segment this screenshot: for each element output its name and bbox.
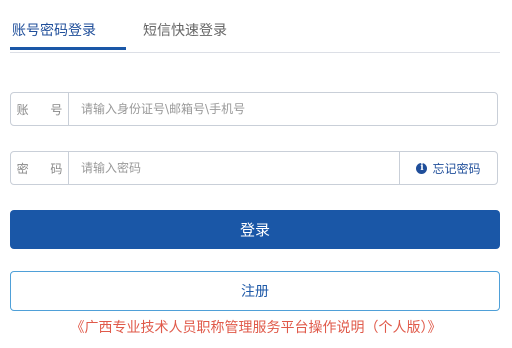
- info-icon: i: [416, 162, 428, 174]
- operation-manual-link[interactable]: 《广西专业技术人员职称管理服务平台操作说明（个人版）》: [0, 317, 512, 337]
- login-tabs: 账号密码登录 短信快速登录: [10, 0, 500, 53]
- register-button-label: 注册: [241, 284, 269, 300]
- login-button[interactable]: 登录: [10, 210, 500, 249]
- account-input[interactable]: [69, 93, 497, 125]
- tab-sms-quick-login[interactable]: 短信快速登录: [143, 20, 227, 42]
- password-field: 密 码 i 忘记密码: [10, 151, 498, 185]
- password-label: 密 码: [11, 152, 69, 184]
- forgot-password-label: 忘记密码: [432, 161, 481, 176]
- register-button[interactable]: 注册: [10, 271, 500, 311]
- password-input[interactable]: [69, 152, 399, 184]
- account-field: 账 号: [10, 92, 498, 126]
- account-label: 账 号: [11, 93, 69, 125]
- login-button-label: 登录: [239, 221, 270, 239]
- tab-account-password-login[interactable]: 账号密码登录: [12, 20, 96, 42]
- active-tab-indicator: [10, 47, 126, 50]
- forgot-password-link[interactable]: i 忘记密码: [399, 152, 497, 184]
